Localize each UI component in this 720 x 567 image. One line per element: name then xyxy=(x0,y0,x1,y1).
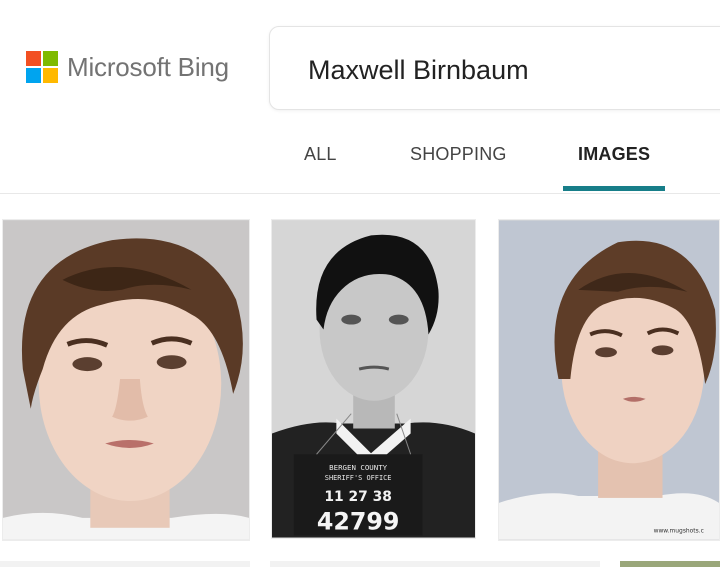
placard-date: 11 27 38 xyxy=(324,489,392,505)
logo-text: Microsoft Bing xyxy=(67,51,229,82)
logo-square-green xyxy=(43,51,58,66)
image-result-2[interactable]: BERGEN COUNTY SHERIFF'S OFFICE 11 27 38 … xyxy=(271,219,476,539)
tab-all[interactable]: ALL xyxy=(304,144,337,165)
microsoft-bing-logo[interactable]: Microsoft Bing xyxy=(26,51,229,83)
active-tab-indicator xyxy=(563,186,665,191)
search-box[interactable] xyxy=(269,26,720,110)
logo-square-red xyxy=(26,51,41,66)
image-result-1[interactable] xyxy=(2,219,250,541)
placard-number: 42799 xyxy=(317,508,400,536)
logo-square-yellow xyxy=(43,68,58,83)
header-divider xyxy=(0,193,720,194)
image-result-5[interactable] xyxy=(270,561,600,567)
placard-line-1: BERGEN COUNTY xyxy=(329,463,388,472)
microsoft-logo-icon xyxy=(26,51,58,83)
image-result-6[interactable] xyxy=(620,561,720,567)
image-watermark: www.mugshots.c xyxy=(654,528,704,535)
placard-line-2: SHERIFF'S OFFICE xyxy=(325,474,392,482)
image-result-4[interactable] xyxy=(0,561,250,567)
image-result-3[interactable]: www.mugshots.c xyxy=(498,219,720,541)
image-result-2-photo: BERGEN COUNTY SHERIFF'S OFFICE 11 27 38 … xyxy=(272,220,475,538)
tab-shopping[interactable]: SHOPPING xyxy=(410,144,507,165)
search-input[interactable] xyxy=(308,53,720,87)
image-result-3-photo: www.mugshots.c xyxy=(499,220,719,540)
image-result-1-photo xyxy=(3,220,249,540)
tab-images[interactable]: IMAGES xyxy=(578,144,650,165)
logo-square-blue xyxy=(26,68,41,83)
